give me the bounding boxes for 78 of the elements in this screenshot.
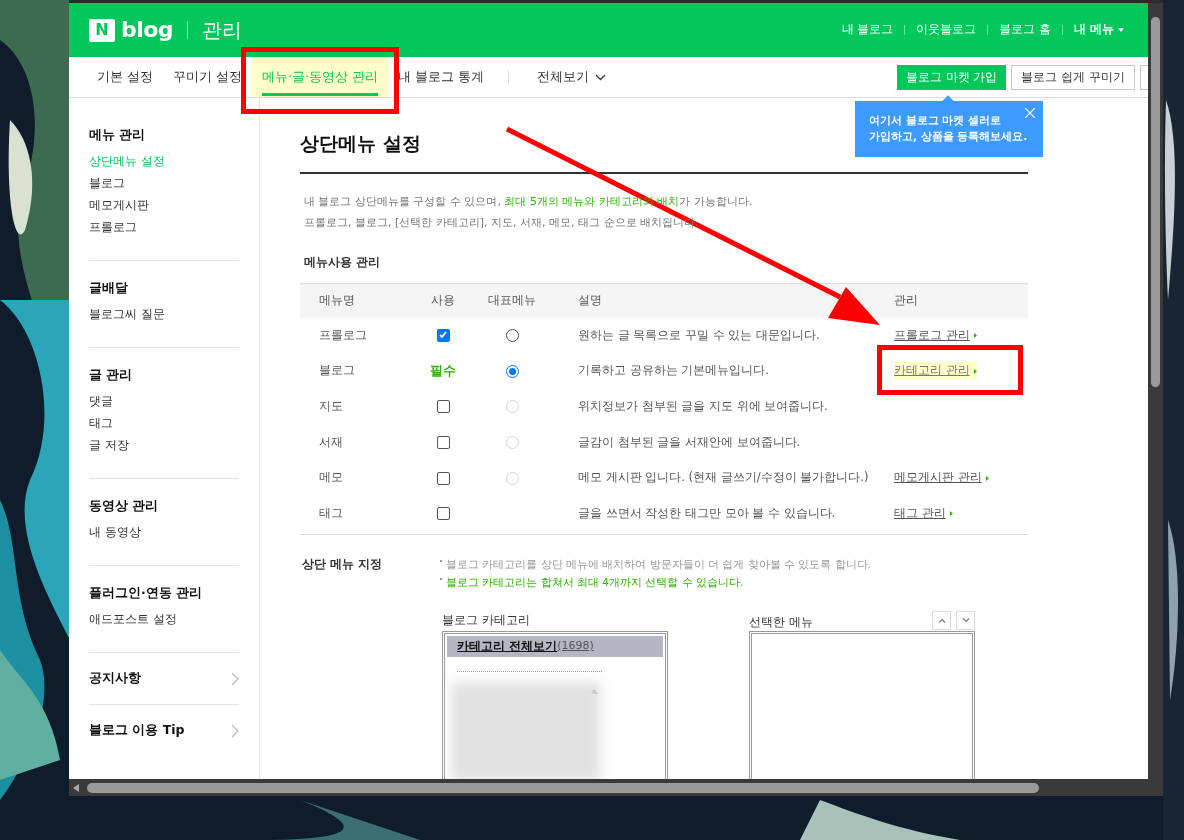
sidebar-item[interactable]: 애드포스트 설정 <box>89 608 239 630</box>
checkbox[interactable] <box>436 435 450 449</box>
sidebar-item[interactable]: 블로그 <box>89 172 239 194</box>
category-all-row[interactable]: 카테고리 전체보기(1698) <box>447 635 663 657</box>
table-cell: 위치정보가 첨부된 글을 지도 위에 보여줍니다. <box>578 399 828 414</box>
checkbox[interactable] <box>436 328 450 342</box>
sidebar-heading: 글 관리 <box>89 366 134 384</box>
column-header: 설명 <box>578 292 602 307</box>
chevron-right-icon <box>231 671 239 686</box>
column-header: 관리 <box>894 292 918 307</box>
manage-link[interactable]: 태그 관리 <box>894 505 953 523</box>
scroll-left-icon[interactable] <box>73 783 79 792</box>
chevron-down-icon <box>594 73 606 81</box>
chevron-up-icon <box>937 617 946 623</box>
arrow-right-icon <box>949 511 953 517</box>
table-cell: 글감이 첨부된 글을 서재안에 보여줍니다. <box>578 434 801 449</box>
table-cell: 기록하고 공유하는 기본메뉴입니다. <box>578 363 769 378</box>
move-up-button[interactable] <box>932 610 951 630</box>
column-header: 메뉴명 <box>319 292 355 307</box>
arrow-right-icon <box>985 475 989 481</box>
arrow-right-icon <box>973 332 977 338</box>
table-cell: 메모 <box>319 470 343 485</box>
checkbox[interactable] <box>436 507 450 521</box>
radio-button[interactable] <box>505 328 519 342</box>
sidebar-link[interactable]: 공지사항 <box>89 653 239 704</box>
table-cell: 지도 <box>319 399 343 414</box>
column-header: 사용 <box>431 292 455 307</box>
table-cell: 태그 <box>319 506 343 521</box>
table-cell: 메모 게시판 입니다. (현재 글쓰기/수정이 불가합니다.) <box>578 470 869 485</box>
close-icon[interactable] <box>1025 108 1035 118</box>
nav-tab[interactable]: 꾸미기 설정 <box>163 57 252 97</box>
sidebar-heading: 동영상 관리 <box>89 497 160 515</box>
manage-link[interactable]: 프롤로그 관리 <box>894 326 977 344</box>
sidebar-heading: 메뉴 관리 <box>89 126 147 144</box>
category-count: (1698) <box>557 637 594 654</box>
page-title: 관리 <box>201 17 242 44</box>
sidebar-item[interactable]: 태그 <box>89 412 239 434</box>
caret-icon <box>1118 28 1124 32</box>
table-heading: 메뉴사용 관리 <box>303 253 382 271</box>
sidebar-heading: 글배달 <box>89 279 129 297</box>
table-cell: 프롤로그 <box>319 327 367 342</box>
list-label: 선택한 메뉴 <box>749 613 813 631</box>
horizontal-scrollbar[interactable] <box>69 779 1163 796</box>
note-text: 블로그 카테고리는 합쳐서 최대 4개까지 선택할 수 있습니다. <box>446 574 744 590</box>
view-all-dropdown[interactable]: 전체보기 <box>522 57 620 97</box>
sidebar-item[interactable]: 글 저장 <box>89 434 239 456</box>
sidebar-item[interactable]: 내 동영상 <box>89 521 239 543</box>
sidebar-link[interactable]: 블로그 이용 Tip <box>89 705 239 756</box>
sidebar-item[interactable]: 프롤로그 <box>89 216 239 238</box>
vertical-scrollbar[interactable] <box>1148 3 1163 779</box>
sidebar-item[interactable]: 댓글 <box>89 390 239 412</box>
column-header: 대표메뉴 <box>488 292 536 307</box>
radio-button[interactable] <box>505 364 519 378</box>
nav-tab[interactable]: 내 블로그 통계 <box>387 57 494 97</box>
nav-tab[interactable]: 기본 설정 <box>87 57 163 97</box>
sidebar-item[interactable]: 메모게시판 <box>89 194 239 216</box>
arrow-right-icon <box>973 368 977 374</box>
sidebar-heading: 플러그인·연동 관리 <box>89 584 204 602</box>
note-text: 블로그 카테고리를 상단 메뉴에 배치하여 방문자들이 더 쉽게 찾아볼 수 있도록 합니다. <box>446 556 872 572</box>
chevron-right-icon <box>231 723 239 738</box>
checkbox[interactable] <box>436 471 450 485</box>
manage-link[interactable]: 카테고리 관리 <box>894 362 977 380</box>
tooltip-text: 여기서 블로그 마켓 셀러로 <box>869 113 1002 128</box>
section-heading: 상단 메뉴 지정 <box>301 555 384 573</box>
manage-link[interactable]: 메모게시판 관리 <box>894 469 989 487</box>
decorate-button[interactable]: 블로그 쉽게 꾸미기 <box>1011 64 1135 90</box>
list-label: 블로그 카테고리 <box>442 611 531 629</box>
tooltip-text: 가입하고, 상품을 등록해보세요. <box>869 129 1029 144</box>
category-all-link[interactable]: 카테고리 전체보기 <box>457 637 558 656</box>
table-cell: 블로그 <box>319 363 355 378</box>
table-cell: 원하는 글 목록으로 꾸밀 수 있는 대문입니다. <box>578 327 820 342</box>
chevron-down-icon <box>961 617 970 623</box>
table-cell: 글을 쓰면서 작성한 태그만 모아 볼 수 있습니다. <box>578 506 836 521</box>
move-down-button[interactable] <box>956 610 975 630</box>
required-label: 필수 <box>430 362 456 381</box>
table-cell: 서재 <box>319 434 343 449</box>
checkbox[interactable] <box>436 400 450 414</box>
sidebar-item[interactable]: 블로그씨 질문 <box>89 303 239 325</box>
